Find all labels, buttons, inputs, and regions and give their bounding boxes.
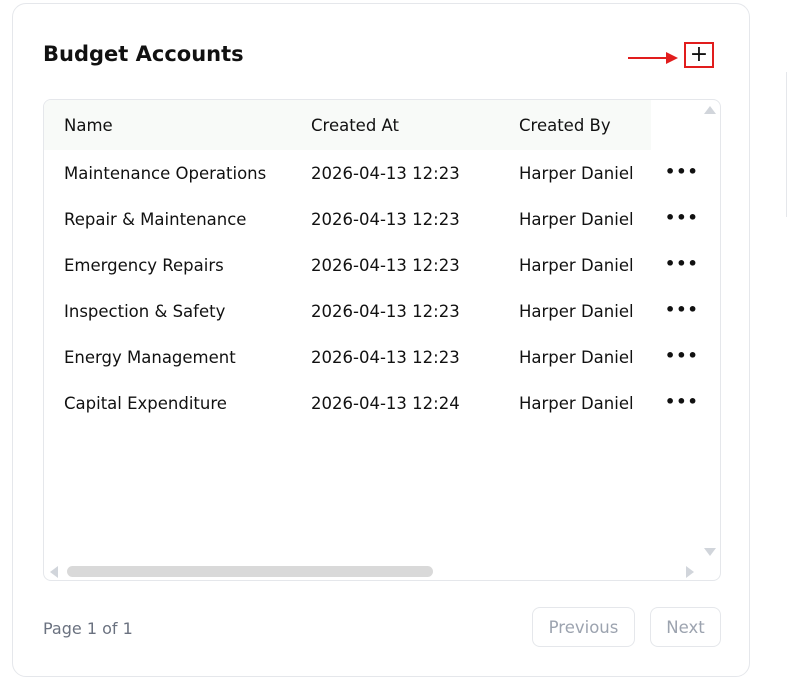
column-header-created-by[interactable]: Created By <box>519 116 611 135</box>
cell-name: Emergency Repairs <box>64 256 224 275</box>
cell-created-at: 2026-04-13 12:23 <box>311 164 460 183</box>
more-actions-icon[interactable]: ••• <box>665 346 699 365</box>
cell-created-at: 2026-04-13 12:23 <box>311 210 460 229</box>
page-title: Budget Accounts <box>43 42 244 66</box>
previous-button[interactable]: Previous <box>532 607 635 647</box>
cell-created-by: Harper Daniel <box>519 302 634 321</box>
cell-created-by: Harper Daniel <box>519 210 634 229</box>
cell-name: Energy Management <box>64 348 236 367</box>
table-row[interactable]: Maintenance Operations 2026-04-13 12:23 … <box>44 150 704 196</box>
more-actions-icon[interactable]: ••• <box>665 254 699 273</box>
more-actions-icon[interactable]: ••• <box>665 162 699 181</box>
column-header-created-at[interactable]: Created At <box>311 116 399 135</box>
cell-name: Inspection & Safety <box>64 302 226 321</box>
column-header-name[interactable]: Name <box>64 116 113 135</box>
cell-created-by: Harper Daniel <box>519 256 634 275</box>
more-actions-icon[interactable]: ••• <box>665 300 699 319</box>
page-indicator: Page 1 of 1 <box>43 619 133 638</box>
cell-created-by: Harper Daniel <box>519 348 634 367</box>
add-account-button[interactable]: + <box>684 42 714 68</box>
scroll-up-arrow-icon[interactable] <box>704 106 716 114</box>
table-row[interactable]: Capital Expenditure 2026-04-13 12:24 Har… <box>44 380 704 426</box>
cell-created-by: Harper Daniel <box>519 394 634 413</box>
table-row[interactable]: Energy Management 2026-04-13 12:23 Harpe… <box>44 334 704 380</box>
table-row[interactable]: Inspection & Safety 2026-04-13 12:23 Har… <box>44 288 704 334</box>
cell-name: Maintenance Operations <box>64 164 267 183</box>
cell-name: Repair & Maintenance <box>64 210 247 229</box>
scroll-down-arrow-icon[interactable] <box>704 548 716 556</box>
table-header: Name Created At Created By <box>44 100 651 150</box>
plus-icon: + <box>689 42 709 67</box>
cell-created-at: 2026-04-13 12:23 <box>311 256 460 275</box>
more-actions-icon[interactable]: ••• <box>665 392 699 411</box>
table-row[interactable]: Emergency Repairs 2026-04-13 12:23 Harpe… <box>44 242 704 288</box>
cell-created-by: Harper Daniel <box>519 164 634 183</box>
cell-created-at: 2026-04-13 12:23 <box>311 348 460 367</box>
next-button[interactable]: Next <box>650 607 721 647</box>
accounts-table: Name Created At Created By Maintenance O… <box>43 99 721 581</box>
cell-created-at: 2026-04-13 12:23 <box>311 302 460 321</box>
cell-name: Capital Expenditure <box>64 394 227 413</box>
table-row[interactable]: Repair & Maintenance 2026-04-13 12:23 Ha… <box>44 196 704 242</box>
horizontal-scrollbar-thumb[interactable] <box>67 566 433 577</box>
annotation-arrow-head <box>666 52 678 64</box>
annotation-arrow <box>628 57 670 59</box>
cell-created-at: 2026-04-13 12:24 <box>311 394 460 413</box>
scroll-left-arrow-icon[interactable] <box>50 566 58 578</box>
more-actions-icon[interactable]: ••• <box>665 208 699 227</box>
scroll-right-arrow-icon[interactable] <box>686 566 694 578</box>
